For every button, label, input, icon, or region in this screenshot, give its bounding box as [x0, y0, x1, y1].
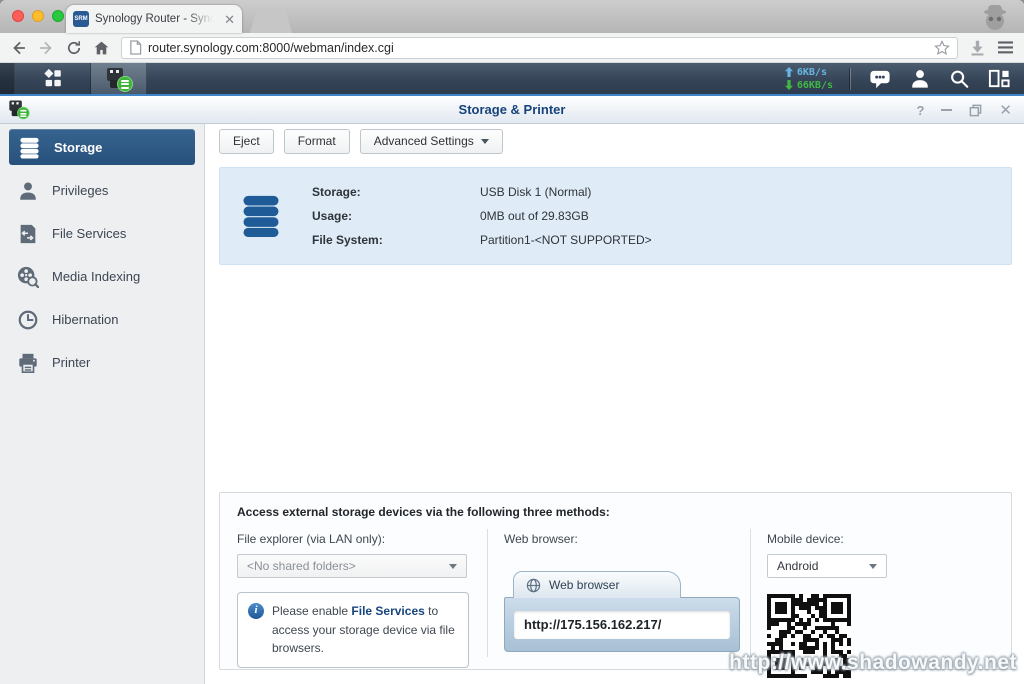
file-services-note: i Please enable File Services to access … — [237, 592, 469, 668]
access-heading: Access external storage devices via the … — [237, 505, 1011, 519]
file-explorer-column: File explorer (via LAN only): <No shared… — [237, 529, 487, 657]
user-icon[interactable] — [909, 67, 931, 90]
sidebar-item-label: Storage — [54, 140, 102, 155]
info-row-filesystem: File System: Partition1-<NOT SUPPORTED> — [312, 228, 652, 252]
tab-close-icon[interactable]: ✕ — [224, 13, 235, 26]
sidebar-item-label: File Services — [52, 226, 126, 241]
main-menu-button[interactable] — [15, 63, 91, 94]
file-services-link[interactable]: File Services — [351, 604, 424, 618]
browser-tab-bar: SRM Synology Router - Synolog ✕ — [0, 0, 1024, 33]
file-services-icon — [17, 223, 39, 245]
bookmark-star-icon[interactable] — [934, 40, 950, 56]
chevron-down-icon — [449, 564, 457, 569]
new-tab-button[interactable] — [250, 8, 292, 33]
web-browser-column: Web browser: Web browser http://175.156.… — [488, 529, 750, 657]
upload-speed: 6KB/s — [797, 66, 827, 79]
url-bar[interactable]: router.synology.com:8000/webman/index.cg… — [121, 37, 958, 59]
upload-arrow-icon — [785, 67, 793, 77]
network-speed-indicator: 6KB/s 66KB/s — [785, 66, 833, 92]
disk-icon — [240, 193, 282, 239]
format-button[interactable]: Format — [284, 129, 350, 154]
taskbar-edge — [0, 63, 15, 94]
sidebar-item-hibernation[interactable]: Hibernation — [0, 298, 204, 341]
window-title: Storage & Printer — [459, 102, 566, 117]
sidebar-item-label: Printer — [52, 355, 90, 370]
zoom-traffic-light[interactable] — [52, 10, 64, 22]
browser-window: SRM Synology Router - Synolog ✕ — [0, 0, 1024, 684]
action-toolbar: Eject Format Advanced Settings — [219, 129, 1012, 154]
usb-storage-app-icon — [104, 66, 134, 92]
sidebar-item-file-services[interactable]: File Services — [0, 212, 204, 255]
download-speed: 66KB/s — [797, 79, 833, 92]
printer-icon — [17, 352, 39, 374]
sidebar-item-label: Privileges — [52, 183, 108, 198]
sidebar-item-label: Hibernation — [52, 312, 119, 327]
advanced-settings-button[interactable]: Advanced Settings — [360, 129, 503, 154]
url-text[interactable]: router.synology.com:8000/webman/index.cg… — [148, 41, 928, 55]
taskbar-separator — [850, 68, 851, 90]
mobile-device-column: Mobile device: Android — [751, 529, 1011, 657]
download-arrow-icon — [785, 80, 793, 90]
srm-taskbar: 6KB/s 66KB/s — [0, 63, 1024, 96]
page-icon — [129, 40, 142, 55]
sidebar: Storage Privileges File Services — [0, 124, 205, 684]
srm-favicon: SRM — [73, 11, 89, 27]
eject-button[interactable]: Eject — [219, 129, 274, 154]
help-icon[interactable]: ? — [916, 103, 924, 118]
notifications-icon[interactable] — [868, 67, 892, 90]
main-menu-icon — [42, 67, 64, 90]
chevron-down-icon — [481, 139, 489, 144]
storage-disk-icon — [18, 136, 41, 159]
mascot-icon — [980, 3, 1010, 36]
globe-icon — [526, 578, 541, 593]
minimize-traffic-light[interactable] — [32, 10, 44, 22]
mobile-os-dropdown[interactable]: Android — [767, 554, 887, 578]
chevron-down-icon — [869, 564, 877, 569]
access-methods-panel: Access external storage devices via the … — [219, 492, 1012, 670]
storage-printer-app-button[interactable] — [91, 63, 147, 94]
media-indexing-icon — [17, 266, 39, 288]
access-url-text: http://175.156.162.217/ — [514, 611, 730, 639]
clock-icon — [17, 309, 39, 331]
content-area: Eject Format Advanced Settings Storage: … — [205, 124, 1024, 684]
browser-tab[interactable]: SRM Synology Router - Synolog ✕ — [66, 5, 242, 33]
sidebar-item-privileges[interactable]: Privileges — [0, 169, 204, 212]
home-button[interactable] — [93, 40, 110, 56]
maximize-icon[interactable] — [969, 104, 982, 117]
sidebar-item-media-indexing[interactable]: Media Indexing — [0, 255, 204, 298]
widgets-icon[interactable] — [987, 67, 1011, 90]
browser-menu-icon[interactable] — [997, 40, 1014, 55]
minimize-icon[interactable] — [941, 109, 952, 111]
info-row-usage: Usage: 0MB out of 29.83GB — [312, 204, 652, 228]
window-app-icon — [7, 99, 30, 119]
close-icon[interactable]: ✕ — [999, 103, 1012, 118]
sidebar-item-printer[interactable]: Printer — [0, 341, 204, 384]
downloads-icon[interactable] — [969, 39, 986, 56]
search-icon[interactable] — [948, 67, 970, 90]
forward-button[interactable] — [38, 40, 55, 56]
close-traffic-light[interactable] — [12, 10, 24, 22]
sidebar-item-label: Media Indexing — [52, 269, 140, 284]
shared-folder-dropdown[interactable]: <No shared folders> — [237, 554, 467, 578]
back-button[interactable] — [10, 40, 27, 56]
person-icon — [17, 180, 39, 202]
window-title-bar[interactable]: Storage & Printer ? ✕ — [0, 96, 1024, 124]
storage-info-panel: Storage: USB Disk 1 (Normal) Usage: 0MB … — [219, 167, 1012, 265]
info-icon: i — [248, 603, 264, 619]
tab-title: Synology Router - Synolog — [95, 13, 213, 25]
sidebar-item-storage[interactable]: Storage — [9, 129, 195, 165]
browser-toolbar: router.synology.com:8000/webman/index.cg… — [0, 33, 1024, 63]
mini-browser-graphic: Web browser http://175.156.162.217/ — [504, 571, 740, 652]
info-row-storage: Storage: USB Disk 1 (Normal) — [312, 180, 652, 204]
reload-button[interactable] — [66, 40, 82, 56]
watermark: http://www.shadowandy.net — [729, 651, 1017, 675]
